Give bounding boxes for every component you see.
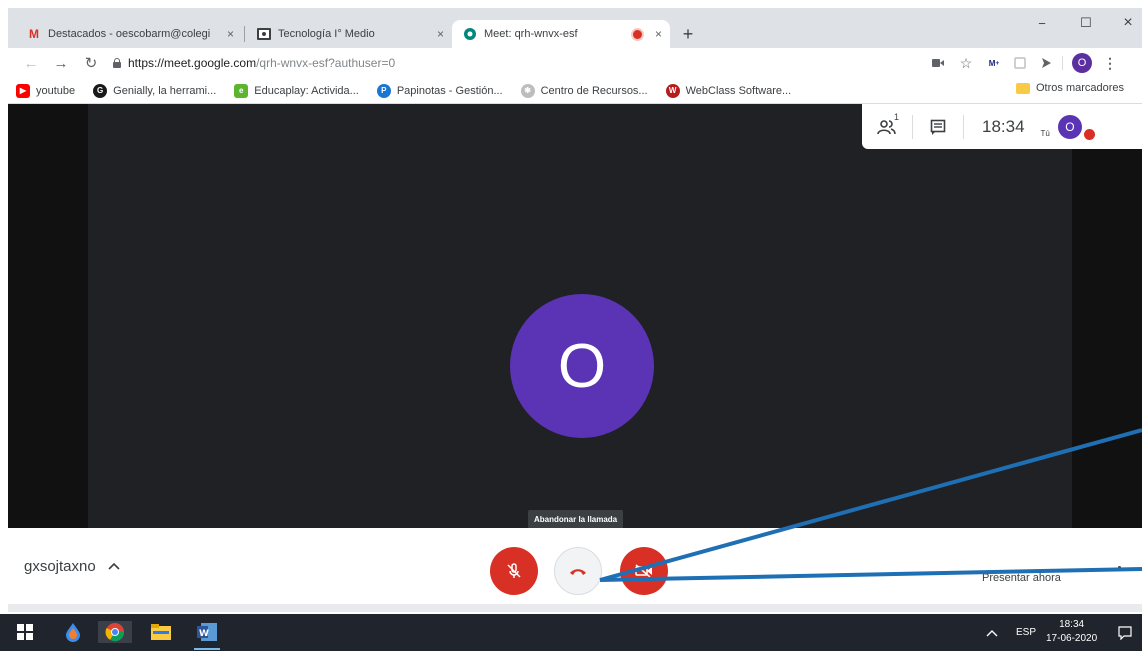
- meet-call: O 1 18:34 Tú O Abandonar la llamada gxso…: [8, 104, 1142, 612]
- page-underlay: [8, 604, 1142, 612]
- forward-icon[interactable]: →: [50, 52, 72, 74]
- tray-overflow-icon[interactable]: [986, 614, 998, 651]
- star-icon[interactable]: ☆: [956, 53, 976, 73]
- lock-icon: [112, 58, 122, 68]
- taskbar-time: 18:34: [1059, 619, 1085, 630]
- meet-top-bar: 1 18:34 Tú O: [862, 104, 1142, 149]
- meeting-clock: 18:34: [982, 116, 1025, 136]
- new-tab-button[interactable]: +: [676, 22, 700, 46]
- bookmark-educaplay[interactable]: e Educaplay: Activida...: [234, 83, 359, 98]
- reload-icon[interactable]: ↻: [80, 52, 102, 74]
- bookmark-webclass[interactable]: W WebClass Software...: [665, 83, 791, 98]
- tab-strip: M Destacados - oescobarm@colegi × Tecnol…: [8, 8, 1142, 48]
- windows-taskbar: W ESP 18:34 17-06-2020: [0, 614, 1142, 651]
- maximize-button[interactable]: ☐: [1064, 8, 1108, 38]
- paint-app-icon[interactable]: [62, 621, 84, 643]
- tab-title: Meet: qrh-wnvx-esf: [484, 28, 578, 40]
- genially-icon: G: [93, 83, 108, 98]
- classroom-icon: [256, 26, 272, 42]
- extension-icon[interactable]: [1010, 53, 1030, 73]
- chrome-app-icon[interactable]: [98, 621, 132, 643]
- tab-classroom[interactable]: Tecnología I° Medio ×: [246, 20, 452, 48]
- bookmark-genially[interactable]: G Genially, la herrami...: [93, 83, 216, 98]
- papinotas-icon: P: [376, 83, 391, 98]
- bookmark-centro-recursos[interactable]: ✱ Centro de Recursos...: [520, 83, 648, 98]
- hang-up-icon: [570, 569, 586, 575]
- meet-icon: [462, 26, 478, 42]
- notifications-icon[interactable]: [1118, 614, 1132, 651]
- back-icon[interactable]: ←: [20, 52, 42, 74]
- tab-separator: [244, 26, 245, 42]
- camera-off-icon: [635, 564, 652, 578]
- close-icon[interactable]: ×: [655, 27, 662, 41]
- windows-start-icon[interactable]: [14, 621, 36, 643]
- stage-margin: [1072, 134, 1142, 528]
- tab-meet[interactable]: Meet: qrh-wnvx-esf ×: [452, 20, 670, 48]
- youtube-icon: ▶: [16, 83, 30, 98]
- stage-margin: [8, 104, 88, 528]
- webclass-icon: W: [665, 83, 680, 98]
- taskbar-date: 17-06-2020: [1046, 633, 1098, 644]
- url-path: /qrh-wnvx-esf?authuser=0: [256, 56, 396, 70]
- file-explorer-icon[interactable]: [150, 621, 172, 643]
- self-avatar[interactable]: O: [1057, 114, 1082, 139]
- svg-text:W: W: [199, 629, 209, 639]
- chevron-up-icon: [108, 559, 120, 573]
- address-bar[interactable]: https://meet.google.com /qrh-wnvx-esf?au…: [112, 51, 922, 75]
- extension-icon[interactable]: M +: [984, 53, 1004, 73]
- tab-title: Tecnología I° Medio: [278, 28, 375, 40]
- word-app-icon[interactable]: W: [196, 621, 218, 643]
- tab-title: Destacados - oescobarm@colegi: [48, 28, 211, 40]
- present-now-button[interactable]: Presentar ahora: [982, 572, 1061, 584]
- toolbar: ← → ↻ https://meet.google.com /qrh-wnvx-…: [8, 48, 1142, 78]
- bookmark-youtube[interactable]: ▶ youtube: [16, 83, 75, 98]
- minimize-button[interactable]: −: [1020, 8, 1064, 38]
- input-language[interactable]: ESP: [1016, 614, 1036, 651]
- window-close-button[interactable]: ×: [1106, 8, 1142, 38]
- recursos-icon: ✱: [520, 83, 535, 98]
- toolbar-divider: [1062, 56, 1063, 70]
- educaplay-icon: e: [234, 83, 249, 98]
- mic-off-badge-icon: [1083, 129, 1095, 140]
- bookmark-papinotas[interactable]: P Papinotas - Gestión...: [376, 83, 503, 98]
- bookmarks-bar: ▶ youtube G Genially, la herrami... e Ed…: [8, 78, 1142, 104]
- browser-window: M Destacados - oescobarm@colegi × Tecnol…: [8, 8, 1142, 612]
- chat-button[interactable]: [913, 104, 963, 149]
- leave-call-tooltip: Abandonar la llamada: [528, 510, 624, 529]
- self-label: Tú: [1040, 129, 1050, 138]
- participants-count: 1: [894, 112, 900, 122]
- meet-bottom-bar: gxsojtaxno Presentar ahora: [8, 528, 1142, 604]
- menu-icon[interactable]: ⋮: [1100, 53, 1120, 73]
- meeting-code: gxsojtaxno: [24, 558, 96, 575]
- recording-icon: [633, 29, 642, 39]
- meeting-details-toggle[interactable]: gxsojtaxno: [24, 558, 120, 575]
- close-icon[interactable]: ×: [437, 27, 444, 41]
- tab-gmail[interactable]: M Destacados - oescobarm@colegi ×: [16, 20, 242, 48]
- folder-icon: [1016, 82, 1030, 94]
- mic-toggle-button[interactable]: [490, 547, 538, 595]
- bookmark-other-folder[interactable]: Otros marcadores: [1016, 82, 1124, 94]
- gmail-icon: M: [29, 27, 39, 41]
- profile-avatar[interactable]: O: [1072, 53, 1092, 73]
- camera-icon[interactable]: [928, 53, 948, 73]
- participants-button[interactable]: 1: [862, 104, 912, 149]
- camera-toggle-button[interactable]: [620, 547, 668, 595]
- participant-avatar: O: [510, 294, 654, 438]
- topbar-divider: [963, 114, 964, 139]
- leave-call-button[interactable]: [554, 547, 602, 595]
- cursor-extension-icon[interactable]: [1036, 53, 1056, 73]
- mic-off-icon: [507, 563, 521, 578]
- taskbar-clock[interactable]: 18:34 17-06-2020: [1046, 618, 1097, 646]
- url-host: https://meet.google.com: [128, 56, 257, 70]
- more-options-icon[interactable]: [1118, 566, 1121, 569]
- app-active-indicator: [194, 648, 220, 650]
- chat-icon: [930, 119, 946, 135]
- close-icon[interactable]: ×: [227, 27, 234, 41]
